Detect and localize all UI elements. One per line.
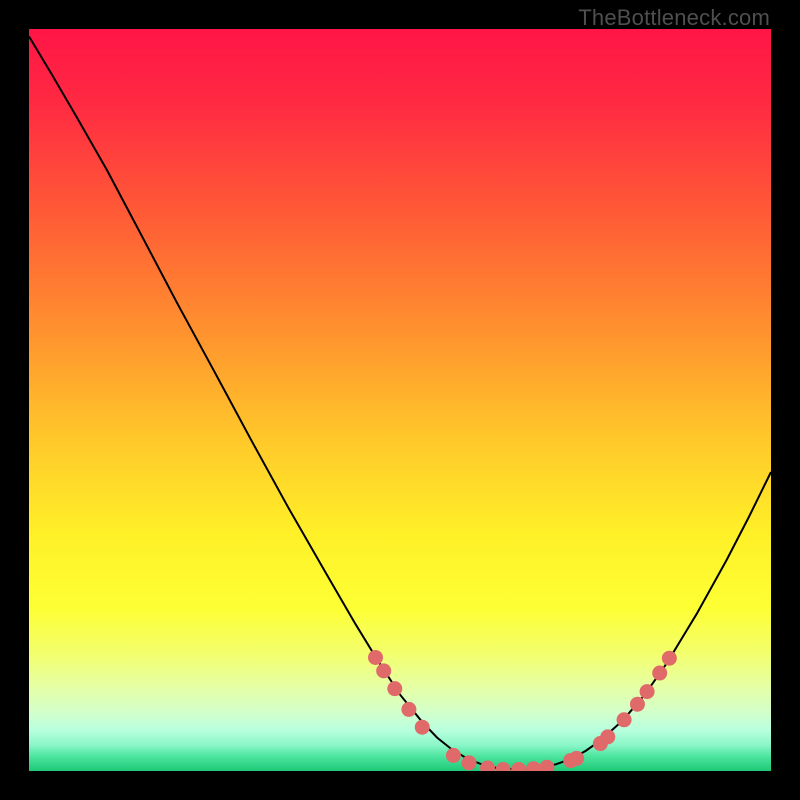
plot-area [29, 29, 771, 771]
data-marker [446, 748, 461, 763]
data-marker [652, 666, 667, 681]
data-marker [662, 651, 677, 666]
data-marker [569, 751, 584, 766]
data-marker [415, 720, 430, 735]
data-marker [617, 712, 632, 727]
data-marker [387, 681, 402, 696]
data-marker [462, 755, 477, 770]
data-marker [368, 650, 383, 665]
data-marker [401, 702, 416, 717]
data-marker [640, 684, 655, 699]
data-marker [600, 729, 615, 744]
chart-svg [29, 29, 771, 771]
watermark-label: TheBottleneck.com [578, 5, 770, 31]
data-marker [376, 663, 391, 678]
data-marker [630, 697, 645, 712]
gradient-background [29, 29, 771, 771]
